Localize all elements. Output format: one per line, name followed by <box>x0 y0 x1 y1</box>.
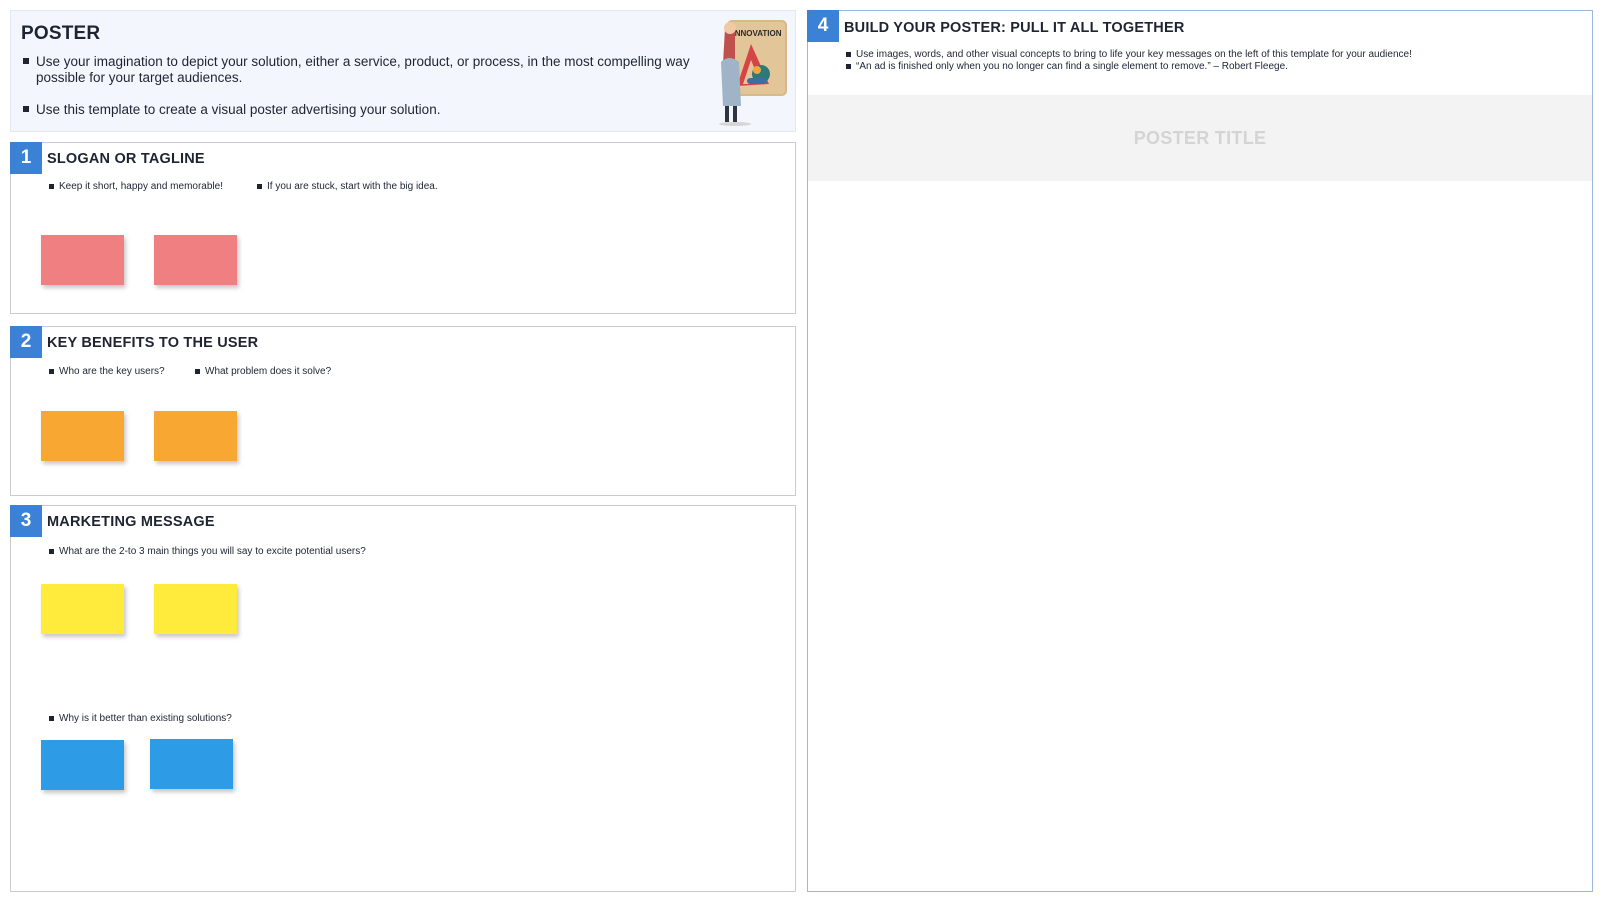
person-holding-innovation-poster-icon: INNOVATION <box>719 20 787 126</box>
section-title: MARKETING MESSAGE <box>47 514 215 530</box>
bullet-square-icon <box>257 184 262 189</box>
section-build-poster: 4 BUILD YOUR POSTER: PULL IT ALL TOGETHE… <box>807 10 1593 892</box>
bullet-square-icon <box>195 369 200 374</box>
innovation-illustration: INNOVATION <box>717 14 791 126</box>
bullet-square-icon <box>49 184 54 189</box>
sticky-note-yellow[interactable] <box>154 584 237 634</box>
page-title: POSTER <box>21 23 101 44</box>
section-slogan: 1 SLOGAN OR TAGLINE Keep it short, happy… <box>10 142 796 314</box>
bullet-square-icon <box>49 369 54 374</box>
sticky-note-blue[interactable] <box>41 740 124 790</box>
build-bullet-quote: “An ad is finished only when you no long… <box>846 61 1288 73</box>
bullet-square-icon <box>23 106 29 112</box>
sticky-note-orange[interactable] <box>154 411 237 461</box>
section-title: KEY BENEFITS TO THE USER <box>47 335 259 351</box>
slogan-bullet-big-idea: If you are stuck, start with the big ide… <box>257 181 438 193</box>
sticky-note-yellow[interactable] <box>41 584 124 634</box>
section-title: BUILD YOUR POSTER: PULL IT ALL TOGETHER <box>844 20 1185 36</box>
intro-bullet-template: Use this template to create a visual pos… <box>23 102 703 118</box>
intro-bullet-imagination: Use your imagination to depict your solu… <box>23 54 703 86</box>
poster-title-placeholder[interactable]: POSTER TITLE <box>808 128 1592 149</box>
sticky-note-pink[interactable] <box>41 235 124 285</box>
bullet-square-icon <box>846 64 851 69</box>
section-marketing-message: 3 MARKETING MESSAGE What are the 2-to 3 … <box>10 505 796 892</box>
section-number-badge: 2 <box>10 326 42 358</box>
section-number-badge: 4 <box>807 10 839 42</box>
bullet-square-icon <box>49 549 54 554</box>
bullet-square-icon <box>49 716 54 721</box>
innovation-sign-text: INNOVATION <box>732 29 781 38</box>
marketing-bullet-better: Why is it better than existing solutions… <box>49 713 232 725</box>
benefits-bullet-users: Who are the key users? <box>49 366 165 378</box>
intro-panel: POSTER Use your imagination to depict yo… <box>10 10 796 132</box>
sticky-note-pink[interactable] <box>154 235 237 285</box>
marketing-bullet-main-things: What are the 2-to 3 main things you will… <box>49 546 366 558</box>
section-key-benefits: 2 KEY BENEFITS TO THE USER Who are the k… <box>10 326 796 496</box>
section-title: SLOGAN OR TAGLINE <box>47 151 205 167</box>
benefits-bullet-problem: What problem does it solve? <box>195 366 331 378</box>
section-number-badge: 1 <box>10 142 42 174</box>
sticky-note-orange[interactable] <box>41 411 124 461</box>
sticky-note-blue[interactable] <box>150 739 233 789</box>
section-number-badge: 3 <box>10 505 42 537</box>
poster-title-band[interactable]: POSTER TITLE <box>808 95 1592 181</box>
bullet-square-icon <box>846 52 851 57</box>
bullet-square-icon <box>23 58 29 64</box>
slogan-bullet-short: Keep it short, happy and memorable! <box>49 181 223 193</box>
build-bullet-visual-concepts: Use images, words, and other visual conc… <box>846 49 1412 61</box>
